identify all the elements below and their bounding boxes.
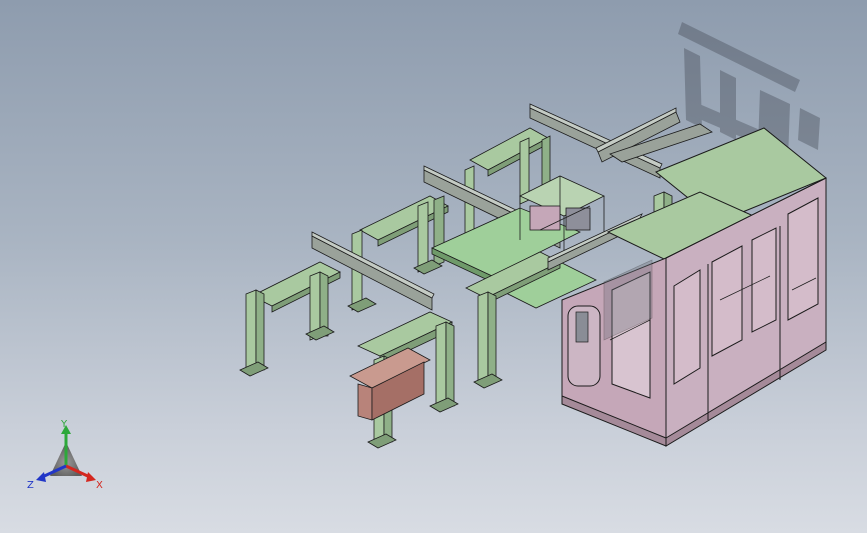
scrap-bin[interactable] <box>349 347 431 421</box>
x-axis-label: X <box>96 480 103 491</box>
machine-enclosure[interactable] <box>561 127 827 447</box>
cad-model-view[interactable] <box>0 0 867 533</box>
graphics-viewport[interactable]: Y X Z <box>0 0 867 533</box>
coordinate-triad: Y X Z <box>27 420 103 491</box>
y-axis-label: Y <box>60 420 68 430</box>
z-axis-label: Z <box>27 480 34 491</box>
